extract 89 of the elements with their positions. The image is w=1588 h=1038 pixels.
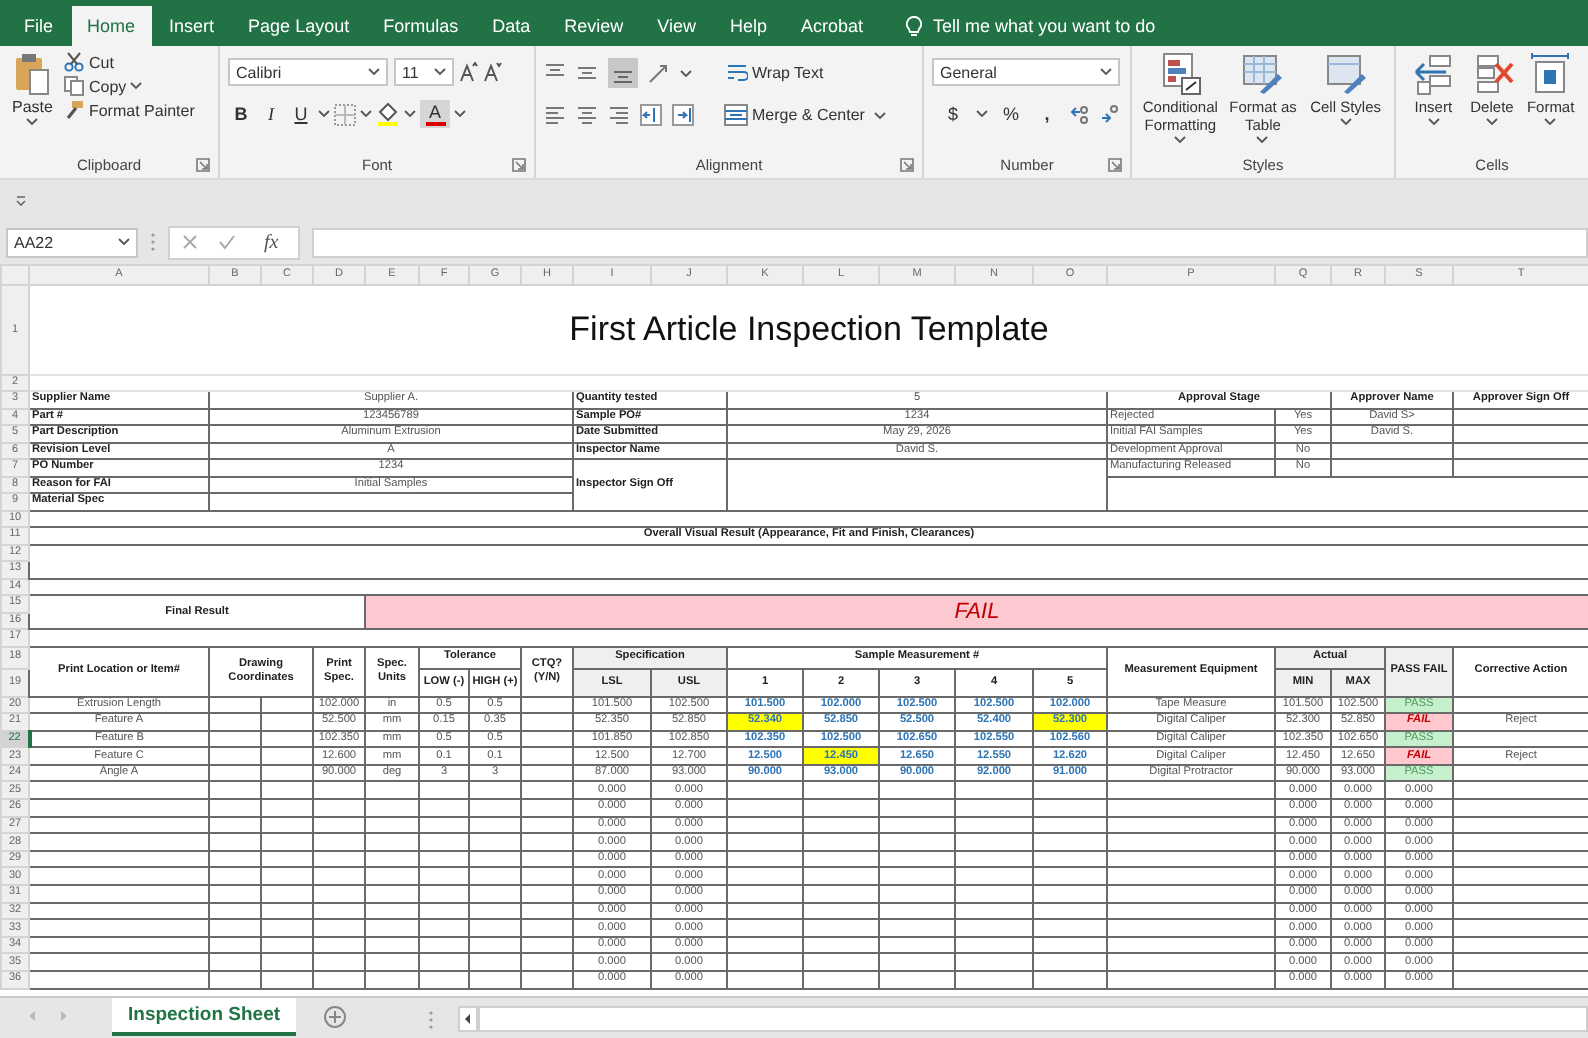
drag-handle-icon bbox=[150, 232, 156, 252]
decrease-indent-icon[interactable] bbox=[640, 104, 662, 126]
result-banner: FAIL bbox=[365, 595, 1588, 629]
caret-icon bbox=[1485, 118, 1498, 126]
caret-icon bbox=[454, 110, 466, 118]
formula-input[interactable] bbox=[312, 227, 1588, 257]
caret-icon bbox=[360, 110, 372, 118]
align-middle-icon[interactable] bbox=[576, 62, 598, 84]
tell-me-search[interactable]: Tell me what you want to do bbox=[933, 16, 1156, 36]
merge-cells-icon bbox=[724, 104, 748, 126]
cancel-icon[interactable] bbox=[182, 234, 198, 250]
caret-icon bbox=[976, 110, 988, 118]
ribbon-tab[interactable]: Page Layout bbox=[232, 6, 366, 46]
caret-icon bbox=[26, 118, 39, 126]
ribbon-tab[interactable]: Home bbox=[71, 6, 152, 46]
percent-button[interactable]: % bbox=[998, 100, 1024, 128]
clipboard-icon bbox=[14, 52, 51, 96]
ribbon-tab[interactable]: Data bbox=[476, 6, 547, 46]
align-left-icon[interactable] bbox=[544, 104, 566, 126]
drag-handle-icon[interactable] bbox=[428, 1009, 434, 1029]
wrap-text-button[interactable]: Wrap Text bbox=[726, 62, 824, 84]
ribbon-tab[interactable]: Insert bbox=[153, 6, 231, 46]
ribbon-tab[interactable]: View bbox=[641, 6, 712, 46]
font-size-field[interactable]: 11 bbox=[394, 58, 454, 86]
caret-icon bbox=[873, 111, 886, 119]
number-format-field[interactable]: General bbox=[932, 58, 1120, 86]
caret-icon bbox=[1256, 136, 1269, 144]
ribbon-tab[interactable]: Help bbox=[714, 6, 784, 46]
checkmark-icon[interactable] bbox=[218, 234, 236, 250]
decrease-font-size-icon[interactable] bbox=[484, 62, 502, 82]
increase-decimal-icon[interactable] bbox=[1070, 104, 1090, 124]
italic-button[interactable]: I bbox=[258, 100, 284, 128]
scissors-icon bbox=[64, 52, 85, 72]
conditional-formatting-icon bbox=[1158, 52, 1203, 96]
dialog-launcher-icon[interactable] bbox=[196, 158, 210, 172]
paste-button[interactable]: Paste bbox=[8, 52, 57, 150]
font-color-button[interactable]: A bbox=[420, 100, 450, 128]
lightbulb-icon bbox=[905, 15, 922, 37]
format-painter-button[interactable]: Format Painter bbox=[64, 100, 195, 120]
underline-button[interactable]: U bbox=[288, 100, 314, 128]
caret-icon bbox=[434, 68, 446, 76]
name-box[interactable]: AA22 bbox=[6, 227, 138, 257]
caret-icon bbox=[1427, 118, 1440, 126]
increase-indent-icon[interactable] bbox=[672, 104, 694, 126]
copy-icon bbox=[64, 76, 85, 96]
font-name-field[interactable]: Calibri bbox=[228, 58, 388, 86]
caret-icon bbox=[1174, 136, 1187, 144]
customize-toolbar-icon[interactable] bbox=[16, 195, 26, 205]
ribbon-tab[interactable]: Acrobat bbox=[785, 6, 880, 46]
scroll-left-icon[interactable] bbox=[458, 1006, 478, 1032]
comma-style-button[interactable]: , bbox=[1034, 100, 1060, 128]
ribbon-tab[interactable]: File bbox=[8, 6, 70, 46]
align-right-icon[interactable] bbox=[608, 104, 630, 126]
caret-icon bbox=[680, 69, 692, 77]
merge-center-button[interactable]: Merge & Center bbox=[724, 104, 886, 126]
ribbon-tab[interactable]: Formulas bbox=[367, 6, 475, 46]
align-center-icon[interactable] bbox=[576, 104, 598, 126]
currency-button[interactable]: $ bbox=[940, 100, 966, 128]
increase-font-size-icon[interactable] bbox=[460, 62, 478, 82]
bold-button[interactable]: B bbox=[228, 100, 254, 128]
caret-icon bbox=[118, 238, 130, 246]
caret-icon bbox=[368, 68, 380, 76]
paintbrush-icon bbox=[64, 100, 85, 120]
wrap-text-icon bbox=[726, 62, 748, 84]
copy-button[interactable]: Copy bbox=[64, 76, 195, 96]
sheet-tab[interactable]: Inspection Sheet bbox=[112, 998, 297, 1036]
insert-cells-icon bbox=[1411, 52, 1456, 96]
caret-icon bbox=[404, 110, 416, 118]
caret-icon bbox=[1100, 68, 1112, 76]
text-orientation-icon[interactable] bbox=[648, 62, 670, 84]
decrease-decimal-icon[interactable] bbox=[1100, 104, 1120, 124]
dialog-launcher-icon[interactable] bbox=[900, 158, 914, 172]
align-bottom-icon[interactable] bbox=[608, 58, 638, 88]
caret-icon bbox=[130, 82, 143, 90]
format-cells-icon bbox=[1528, 52, 1573, 96]
dialog-launcher-icon[interactable] bbox=[512, 158, 526, 172]
fill-color-icon[interactable] bbox=[376, 102, 400, 126]
format-table-icon bbox=[1240, 52, 1285, 96]
horizontal-scrollbar[interactable] bbox=[478, 1006, 1588, 1032]
caret-icon bbox=[1544, 118, 1557, 126]
cut-button[interactable]: Cut bbox=[64, 52, 195, 72]
borders-icon[interactable] bbox=[334, 103, 356, 125]
caret-icon bbox=[318, 110, 330, 118]
ribbon-tab[interactable]: Review bbox=[548, 6, 640, 46]
cell-styles-icon bbox=[1323, 52, 1368, 96]
caret-icon bbox=[1339, 118, 1352, 126]
dialog-launcher-icon[interactable] bbox=[1108, 158, 1122, 172]
add-sheet-icon[interactable] bbox=[324, 1006, 347, 1028]
insert-function-button[interactable]: fx bbox=[256, 231, 287, 253]
